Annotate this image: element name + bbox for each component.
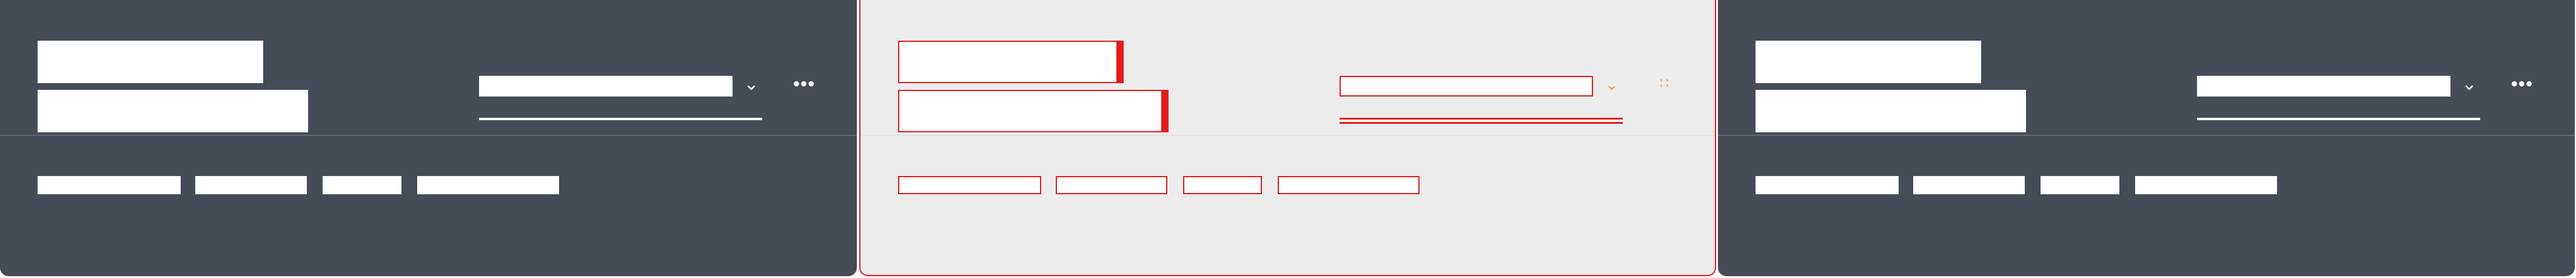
select-underline	[1340, 118, 1623, 124]
page-title	[1756, 41, 1981, 83]
context-select[interactable]	[2197, 76, 2450, 97]
tab-2[interactable]	[1056, 176, 1167, 194]
page-subtitle	[898, 90, 1169, 132]
chevron-down-icon[interactable]: ⌄	[2459, 74, 2480, 95]
context-select[interactable]	[1340, 76, 1593, 97]
header-panel-dark-1: ⌄ •••	[0, 0, 857, 276]
tab-4[interactable]	[1278, 176, 1420, 194]
page-title	[898, 41, 1124, 83]
tab-3[interactable]	[2041, 176, 2119, 194]
chevron-down-icon[interactable]: ⌄	[741, 74, 762, 95]
tab-3[interactable]	[323, 176, 401, 194]
tab-4[interactable]	[417, 176, 559, 194]
more-horizontal-icon[interactable]: ∷	[1650, 75, 1679, 95]
more-horizontal-icon[interactable]: •••	[790, 74, 819, 95]
more-horizontal-icon[interactable]: •••	[2507, 74, 2537, 95]
divider	[0, 135, 857, 136]
context-select[interactable]	[479, 76, 733, 97]
header-panel-dark-3: ⌄ •••	[1718, 0, 2575, 276]
tab-2[interactable]	[1913, 176, 2025, 194]
page-title	[38, 41, 263, 83]
tab-1[interactable]	[898, 176, 1041, 194]
divider	[860, 135, 1715, 136]
tab-2[interactable]	[195, 176, 307, 194]
tab-1[interactable]	[1756, 176, 1899, 194]
tab-4[interactable]	[2135, 176, 2277, 194]
divider	[1718, 135, 2575, 136]
page-subtitle	[38, 90, 308, 132]
page-subtitle	[1756, 90, 2026, 132]
chevron-down-icon[interactable]: ⌄	[1602, 74, 1622, 95]
select-underline	[2197, 118, 2480, 120]
tab-1[interactable]	[38, 176, 181, 194]
tab-3[interactable]	[1183, 176, 1262, 194]
select-underline	[479, 118, 762, 120]
header-panel-light-2: ⌄ ∷	[859, 0, 1716, 276]
